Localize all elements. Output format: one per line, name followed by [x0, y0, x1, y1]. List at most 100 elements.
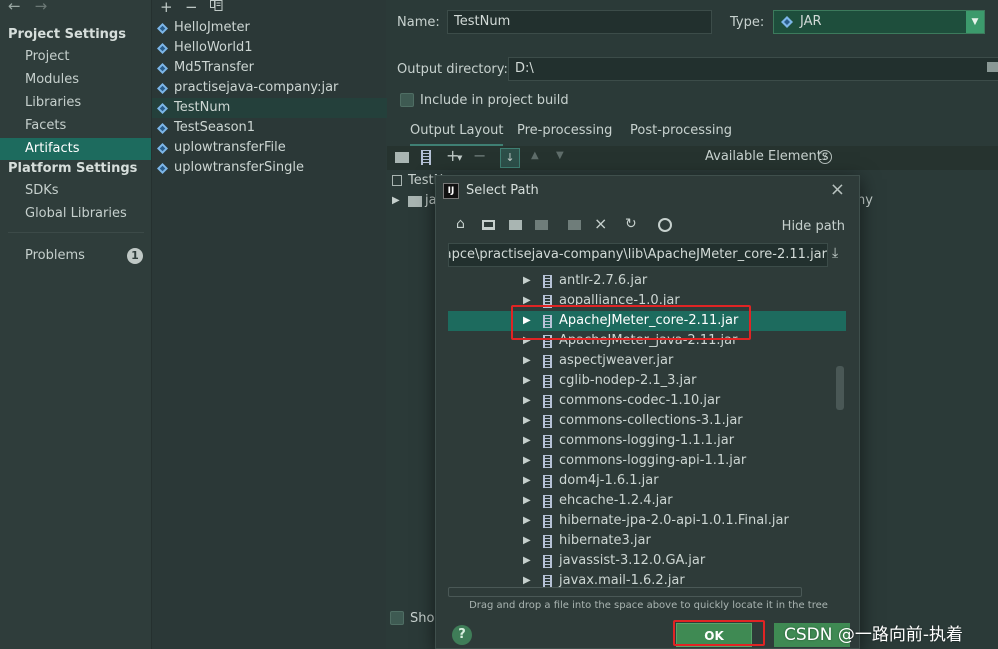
new-folder-icon[interactable]	[568, 220, 581, 230]
refresh-icon[interactable]: ↻	[625, 216, 637, 232]
file-tree-row[interactable]: ▶ commons-collections-3.1.jar	[448, 411, 846, 431]
add-jar-icon[interactable]	[421, 150, 431, 165]
file-name: javassist-3.12.0.GA.jar	[559, 553, 706, 568]
file-name: cglib-nodep-2.1_3.jar	[559, 373, 697, 388]
sidebar-item-artifacts[interactable]: Artifacts	[0, 138, 151, 160]
tab-output-layout[interactable]: Output Layout	[410, 123, 504, 147]
expand-arrow-icon[interactable]: ▶	[523, 511, 531, 531]
file-tree-row[interactable]: ▶ commons-logging-1.1.1.jar	[448, 431, 846, 451]
tab-post-processing[interactable]: Post-processing	[630, 123, 732, 138]
delete-icon[interactable]: ×	[594, 214, 607, 233]
project-structure-sidebar: ← → Project Settings Project Modules Lib…	[0, 0, 151, 649]
file-tree-row[interactable]: ▶ commons-codec-1.10.jar	[448, 391, 846, 411]
file-tree-row[interactable]: ▶ ehcache-1.2.4.jar	[448, 491, 846, 511]
expand-arrow-icon[interactable]: ▶	[523, 411, 531, 431]
include-build-checkbox[interactable]	[400, 93, 414, 107]
copy-icon[interactable]	[210, 0, 223, 11]
expand-arrow-icon[interactable]: ▶	[523, 351, 531, 371]
move-up-icon[interactable]: ▲	[531, 150, 539, 161]
artifact-item[interactable]: HelloJmeter	[152, 18, 387, 38]
artifact-label: uplowtransferFile	[174, 140, 286, 155]
file-tree-row[interactable]: ▶ aspectjweaver.jar	[448, 351, 846, 371]
expand-arrow-icon[interactable]: ▶	[523, 551, 531, 571]
sidebar-item-problems[interactable]: Problems 1	[0, 245, 151, 267]
chevron-down-icon[interactable]: ▼	[966, 11, 984, 33]
dialog-title: Select Path	[466, 183, 539, 198]
jar-file-icon	[543, 515, 552, 528]
tab-pre-processing[interactable]: Pre-processing	[517, 123, 612, 138]
file-tree-row[interactable]: ▶ commons-logging-api-1.1.jar	[448, 451, 846, 471]
include-build-label: Include in project build	[420, 93, 569, 108]
sidebar-item-libraries[interactable]: Libraries	[0, 92, 151, 114]
close-icon[interactable]: ×	[830, 179, 845, 200]
expand-arrow-icon[interactable]: ▶	[523, 391, 531, 411]
folder-icon[interactable]	[987, 62, 998, 72]
sidebar-item-sdks[interactable]: SDKs	[0, 180, 151, 202]
artifact-item[interactable]: Md5Transfer	[152, 58, 387, 78]
expand-arrow-icon[interactable]: ▶	[392, 195, 400, 206]
artifact-item[interactable]: TestSeason1	[152, 118, 387, 138]
name-field[interactable]: TestNum	[447, 10, 712, 34]
artifact-item[interactable]: TestNum	[152, 98, 387, 118]
download-icon[interactable]: ⤓	[832, 245, 838, 261]
file-tree-row[interactable]: ▶ dom4j-1.6.1.jar	[448, 471, 846, 491]
help-icon[interactable]: ?	[818, 150, 832, 164]
file-name: commons-codec-1.10.jar	[559, 393, 721, 408]
project-folder-icon[interactable]	[509, 220, 522, 230]
expand-arrow-icon[interactable]: ▶	[523, 471, 531, 491]
sidebar-item-global-libraries[interactable]: Global Libraries	[0, 203, 151, 225]
move-down-icon[interactable]: ▼	[556, 150, 564, 161]
layout-toolbar: + ▼ − ↓ ▲ ▼ Available Elements ?	[387, 146, 998, 170]
output-dir-field[interactable]: D:\	[508, 57, 998, 81]
desktop-icon[interactable]	[482, 220, 495, 230]
vertical-scrollbar[interactable]	[836, 366, 844, 410]
show-checkbox[interactable]	[390, 611, 404, 625]
file-name: aspectjweaver.jar	[559, 353, 674, 368]
remove-element-icon[interactable]: −	[473, 146, 486, 165]
show-hidden-icon[interactable]	[658, 218, 672, 232]
folder-icon	[408, 196, 422, 207]
artifact-item[interactable]: uplowtransferFile	[152, 138, 387, 158]
file-tree-row[interactable]: ▶ hibernate3.jar	[448, 531, 846, 551]
expand-arrow-icon[interactable]: ▶	[523, 371, 531, 391]
artifact-item[interactable]: HelloWorld1	[152, 38, 387, 58]
expand-arrow-icon[interactable]: ▶	[523, 531, 531, 551]
hide-path-link[interactable]: Hide path	[782, 219, 845, 234]
home-icon[interactable]: ⌂	[456, 216, 465, 232]
jar-file-icon	[543, 535, 552, 548]
type-select[interactable]: JAR ▼	[773, 10, 985, 34]
expand-arrow-icon[interactable]: ▶	[523, 431, 531, 451]
sidebar-item-modules[interactable]: Modules	[0, 69, 151, 91]
remove-icon[interactable]: −	[185, 0, 198, 16]
sidebar-item-facets[interactable]: Facets	[0, 115, 151, 137]
artifact-jar-icon	[157, 43, 168, 54]
sidebar-item-label: Global Libraries	[25, 206, 127, 221]
file-name: commons-collections-3.1.jar	[559, 413, 743, 428]
sort-icon[interactable]: ↓	[500, 148, 520, 168]
sidebar-item-label: Facets	[25, 118, 67, 133]
file-tree-row[interactable]: ▶ cglib-nodep-2.1_3.jar	[448, 371, 846, 391]
new-directory-icon[interactable]	[395, 152, 409, 163]
output-dir-label: Output directory:	[397, 62, 508, 77]
file-tree-row[interactable]: ▶ javassist-3.12.0.GA.jar	[448, 551, 846, 571]
chevron-down-icon[interactable]: ▼	[457, 154, 462, 162]
artifact-item[interactable]: uplowtransferSingle	[152, 158, 387, 178]
file-tree-row[interactable]: ▶ hibernate-jpa-2.0-api-1.0.1.Final.jar	[448, 511, 846, 531]
add-icon[interactable]: +	[160, 0, 173, 16]
help-button[interactable]: ?	[452, 625, 472, 645]
intellij-icon: IJ	[443, 183, 459, 199]
jar-file-icon	[543, 475, 552, 488]
horizontal-scrollbar[interactable]	[448, 587, 802, 597]
sidebar-item-project[interactable]: Project	[0, 46, 151, 68]
path-input[interactable]: orksapce\practisejava-company\lib\Apache…	[448, 243, 828, 267]
artifact-jar-icon	[157, 103, 168, 114]
artifact-item[interactable]: practisejava-company:jar	[152, 78, 387, 98]
file-name: antlr-2.7.6.jar	[559, 273, 648, 288]
back-arrow-icon[interactable]: ←	[8, 0, 21, 14]
module-folder-icon[interactable]	[535, 220, 548, 230]
forward-arrow-icon[interactable]: →	[35, 0, 48, 14]
expand-arrow-icon[interactable]: ▶	[523, 491, 531, 511]
file-tree-row[interactable]: ▶ antlr-2.7.6.jar	[448, 271, 846, 291]
expand-arrow-icon[interactable]: ▶	[523, 451, 531, 471]
expand-arrow-icon[interactable]: ▶	[523, 271, 531, 291]
